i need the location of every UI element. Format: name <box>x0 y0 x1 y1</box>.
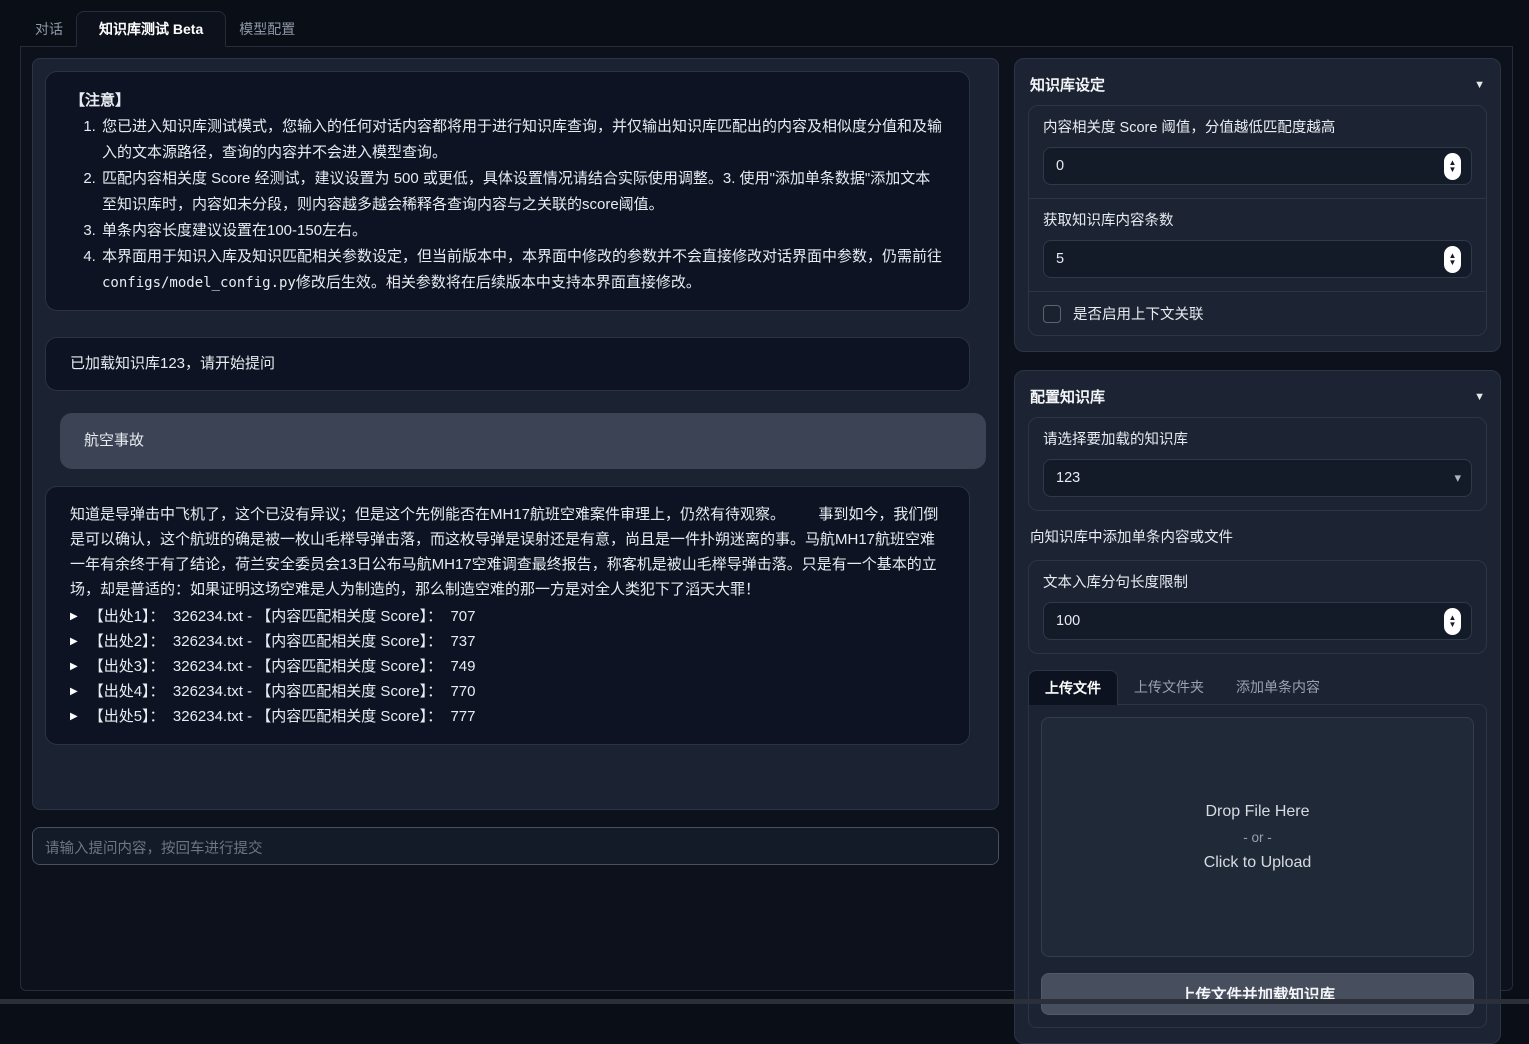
score-threshold-label: 内容相关度 Score 阈值，分值越低匹配度越高 <box>1043 116 1472 137</box>
spinner-down-icon[interactable]: ▼ <box>1449 166 1457 173</box>
chatbot-area: 【注意】 您已进入知识库测试模式，您输入的任何对话内容都将用于进行知识库查询，并… <box>32 58 999 810</box>
notice-text: 您已进入知识库测试模式，您输入的任何对话内容都将用于进行知识库查询，并仅输出知识… <box>102 118 942 161</box>
context-checkbox-label: 是否启用上下文关联 <box>1073 303 1204 324</box>
upload-tab-0[interactable]: 上传文件 <box>1028 670 1118 705</box>
notice-item-4: 本界面用于知识入库及知识匹配相关参数设定，但当前版本中，本界面中修改的参数并不会… <box>100 244 945 296</box>
tab-0[interactable]: 对话 <box>22 12 76 46</box>
upload-and-load-button[interactable]: 上传文件并加载知识库 <box>1041 973 1474 1015</box>
kb-config-accordion: 配置知识库 ▼ 请选择要加载的知识库 123 ▾ 向知识库中添加单条内容或文件 … <box>1014 370 1501 1044</box>
bot-message-0: 已加载知识库123，请开始提问 <box>45 337 970 391</box>
notice-box: 【注意】 您已进入知识库测试模式，您输入的任何对话内容都将用于进行知识库查询，并… <box>45 71 970 311</box>
notice-title: 【注意】 <box>70 88 945 114</box>
kb-select-form: 请选择要加载的知识库 123 ▾ <box>1028 417 1487 511</box>
source-list: ▶ 【出处1】： 326234.txt - 【内容匹配相关度 Score】： 70… <box>70 604 945 729</box>
source-expander-4[interactable]: ▶ 【出处4】： 326234.txt - 【内容匹配相关度 Score】： 77… <box>70 679 945 704</box>
notice-list: 您已进入知识库测试模式，您输入的任何对话内容都将用于进行知识库查询，并仅输出知识… <box>70 114 945 296</box>
upload-tab-2[interactable]: 添加单条内容 <box>1220 670 1336 704</box>
source-text: 【出处2】： 326234.txt - 【内容匹配相关度 Score】： 737 <box>89 629 476 654</box>
sentence-limit-value: 100 <box>1056 613 1080 629</box>
kb-settings-accordion: 知识库设定 ▼ 内容相关度 Score 阈值，分值越低匹配度越高 0 ▲ ▼ 获… <box>1014 58 1501 352</box>
dropzone-line2: - or - <box>1243 830 1272 845</box>
dropzone-line1: Drop File Here <box>1205 803 1309 821</box>
score-threshold-value: 0 <box>1056 158 1064 174</box>
chat-column: 【注意】 您已进入知识库测试模式，您输入的任何对话内容都将用于进行知识库查询，并… <box>32 58 999 979</box>
question-input[interactable] <box>32 827 999 865</box>
kb-config-title: 配置知识库 <box>1030 386 1105 407</box>
sentence-limit-input[interactable]: 100 ▲ ▼ <box>1043 602 1472 640</box>
source-expander-1[interactable]: ▶ 【出处1】： 326234.txt - 【内容匹配相关度 Score】： 70… <box>70 604 945 629</box>
expand-arrow-icon: ▶ <box>70 704 78 729</box>
bot-message-2: 知道是导弹击中飞机了，这个已没有异议；但是这个先例能否在MH17航班空难案件审理… <box>45 486 970 745</box>
main-tab-bar: 对话知识库测试 Beta模型配置 <box>20 14 1513 47</box>
kb-select-value: 123 <box>1056 470 1080 486</box>
dropdown-caret-icon: ▾ <box>1454 470 1461 486</box>
kb-settings-form: 内容相关度 Score 阈值，分值越低匹配度越高 0 ▲ ▼ 获取知识库内容条数… <box>1028 105 1487 336</box>
number-spinner-icon[interactable]: ▲ ▼ <box>1444 153 1461 180</box>
number-spinner-icon[interactable]: ▲ ▼ <box>1444 246 1461 273</box>
add-content-label: 向知识库中添加单条内容或文件 <box>1030 526 1485 547</box>
spinner-down-icon[interactable]: ▼ <box>1449 621 1457 628</box>
kb-settings-title: 知识库设定 <box>1030 74 1105 95</box>
notice-item-1: 您已进入知识库测试模式，您输入的任何对话内容都将用于进行知识库查询，并仅输出知识… <box>100 114 945 166</box>
sentence-limit-form: 文本入库分句长度限制 100 ▲ ▼ <box>1028 560 1487 654</box>
notice-text: 单条内容长度建议设置在100-150左右。 <box>102 222 367 239</box>
tab-2[interactable]: 模型配置 <box>226 12 308 46</box>
expand-arrow-icon: ▶ <box>70 604 78 629</box>
settings-column: 知识库设定 ▼ 内容相关度 Score 阈值，分值越低匹配度越高 0 ▲ ▼ 获… <box>1014 58 1501 979</box>
kb-select-group: 请选择要加载的知识库 123 ▾ <box>1029 418 1486 510</box>
kb-select-label: 请选择要加载的知识库 <box>1043 428 1472 449</box>
message-text: 知道是导弹击中飞机了，这个已没有异议；但是这个先例能否在MH17航班空难案件审理… <box>70 502 945 602</box>
upload-tab-1[interactable]: 上传文件夹 <box>1118 670 1220 704</box>
source-text: 【出处5】： 326234.txt - 【内容匹配相关度 Score】： 777 <box>89 704 476 729</box>
upload-file-tabitem: Drop File Here - or - Click to Upload 上传… <box>1028 704 1487 1028</box>
notice-item-2: 匹配内容相关度 Score 经测试，建议设置为 500 或更低，具体设置情况请结… <box>100 166 945 218</box>
source-text: 【出处3】： 326234.txt - 【内容匹配相关度 Score】： 749 <box>89 654 476 679</box>
source-text: 【出处1】： 326234.txt - 【内容匹配相关度 Score】： 707 <box>89 604 476 629</box>
file-dropzone[interactable]: Drop File Here - or - Click to Upload <box>1041 717 1474 957</box>
source-expander-2[interactable]: ▶ 【出处2】： 326234.txt - 【内容匹配相关度 Score】： 73… <box>70 629 945 654</box>
code-text: configs/model_config.py <box>102 275 296 291</box>
notice-text: 匹配内容相关度 Score 经测试，建议设置为 500 或更低，具体设置情况请结… <box>102 170 930 213</box>
tab-1[interactable]: 知识库测试 Beta <box>76 11 226 47</box>
expand-arrow-icon: ▶ <box>70 654 78 679</box>
context-toggle-row: 是否启用上下文关联 <box>1029 291 1486 335</box>
expand-arrow-icon: ▶ <box>70 629 78 654</box>
notice-text: 修改后生效。相关参数将在后续版本中支持本界面直接修改。 <box>296 274 701 291</box>
message-text: 已加载知识库123，请开始提问 <box>70 351 945 377</box>
notice-item-3: 单条内容长度建议设置在100-150左右。 <box>100 218 945 244</box>
chat-messages: 已加载知识库123，请开始提问航空事故知道是导弹击中飞机了，这个已没有异议；但是… <box>45 337 986 745</box>
kb-test-panel: 【注意】 您已进入知识库测试模式，您输入的任何对话内容都将用于进行知识库查询，并… <box>20 47 1513 991</box>
source-text: 【出处4】： 326234.txt - 【内容匹配相关度 Score】： 770 <box>89 679 476 704</box>
top-k-label: 获取知识库内容条数 <box>1043 209 1472 230</box>
top-k-group: 获取知识库内容条数 5 ▲ ▼ <box>1029 198 1486 291</box>
number-spinner-icon[interactable]: ▲ ▼ <box>1444 608 1461 635</box>
notice-text: 本界面用于知识入库及知识匹配相关参数设定，但当前版本中，本界面中修改的参数并不会… <box>102 248 942 265</box>
score-threshold-group: 内容相关度 Score 阈值，分值越低匹配度越高 0 ▲ ▼ <box>1029 106 1486 198</box>
upload-tab-bar: 上传文件上传文件夹添加单条内容 <box>1028 670 1487 704</box>
source-expander-3[interactable]: ▶ 【出处3】： 326234.txt - 【内容匹配相关度 Score】： 74… <box>70 654 945 679</box>
accordion-collapse-icon: ▼ <box>1474 391 1485 403</box>
sentence-limit-group: 文本入库分句长度限制 100 ▲ ▼ <box>1029 561 1486 653</box>
bottom-edge-strip <box>0 999 1529 1004</box>
message-text: 航空事故 <box>84 428 962 454</box>
user-message-1: 航空事故 <box>60 413 986 469</box>
sentence-limit-label: 文本入库分句长度限制 <box>1043 571 1472 592</box>
top-k-input[interactable]: 5 ▲ ▼ <box>1043 240 1472 278</box>
kb-settings-header[interactable]: 知识库设定 ▼ <box>1028 68 1487 105</box>
accordion-collapse-icon: ▼ <box>1474 79 1485 91</box>
dropzone-line3: Click to Upload <box>1204 854 1312 872</box>
top-k-value: 5 <box>1056 251 1064 267</box>
kb-config-header[interactable]: 配置知识库 ▼ <box>1028 380 1487 417</box>
kb-select-dropdown[interactable]: 123 ▾ <box>1043 459 1472 497</box>
context-checkbox[interactable] <box>1043 305 1061 323</box>
score-threshold-input[interactable]: 0 ▲ ▼ <box>1043 147 1472 185</box>
spinner-down-icon[interactable]: ▼ <box>1449 259 1457 266</box>
source-expander-5[interactable]: ▶ 【出处5】： 326234.txt - 【内容匹配相关度 Score】： 77… <box>70 704 945 729</box>
expand-arrow-icon: ▶ <box>70 679 78 704</box>
